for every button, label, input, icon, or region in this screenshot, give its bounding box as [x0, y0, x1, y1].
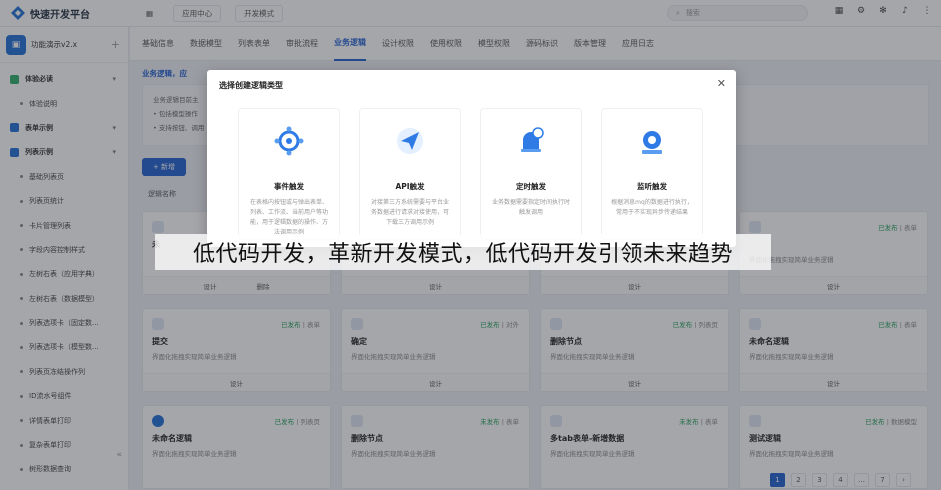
event-trigger-icon	[274, 126, 304, 156]
listener-icon	[642, 131, 662, 154]
option-title: 定时触发	[516, 182, 546, 191]
option-desc: 业务数据需要指定时间执行时触发调用	[491, 199, 570, 216]
option-desc: 根据消息mq的数据进行执行，常用于不实现异步传递结果	[611, 199, 693, 216]
timer-bell-icon	[521, 127, 544, 152]
option-title: 事件触发	[274, 182, 304, 191]
logic-type-option[interactable]: API触发对接第三方系统需要与平台业务数据进行请求对接使用，可下载三方调用示例	[359, 108, 461, 240]
logic-type-option[interactable]: 事件触发在表格内按钮或与弹出表单、列表、工作流、当前用户等功能，用于逻辑数据的操…	[238, 108, 340, 240]
option-title: API触发	[395, 182, 425, 191]
close-icon[interactable]: ✕	[717, 77, 726, 90]
caption-banner: 低代码开发，革新开发模式，低代码开发引领未来趋势	[155, 234, 771, 270]
logic-type-option[interactable]: 定时触发业务数据需要指定时间执行时触发调用	[480, 108, 582, 240]
create-logic-modal: 选择创建逻辑类型 ✕ 事件触发在表格内按钮或与弹出表单、列表、工作流、当前用户等…	[207, 70, 736, 247]
api-trigger-icon	[397, 128, 423, 154]
modal-title: 选择创建逻辑类型	[219, 81, 283, 90]
option-desc: 对接第三方系统需要与平台业务数据进行请求对接使用，可下载三方调用示例	[370, 199, 449, 226]
option-title: 监听触发	[637, 182, 667, 191]
option-desc: 在表格内按钮或与弹出表单、列表、工作流、当前用户等功能，用于逻辑数据的操作、方法…	[249, 199, 328, 236]
logic-type-option[interactable]: 监听触发根据消息mq的数据进行执行，常用于不实现异步传递结果	[601, 108, 703, 240]
